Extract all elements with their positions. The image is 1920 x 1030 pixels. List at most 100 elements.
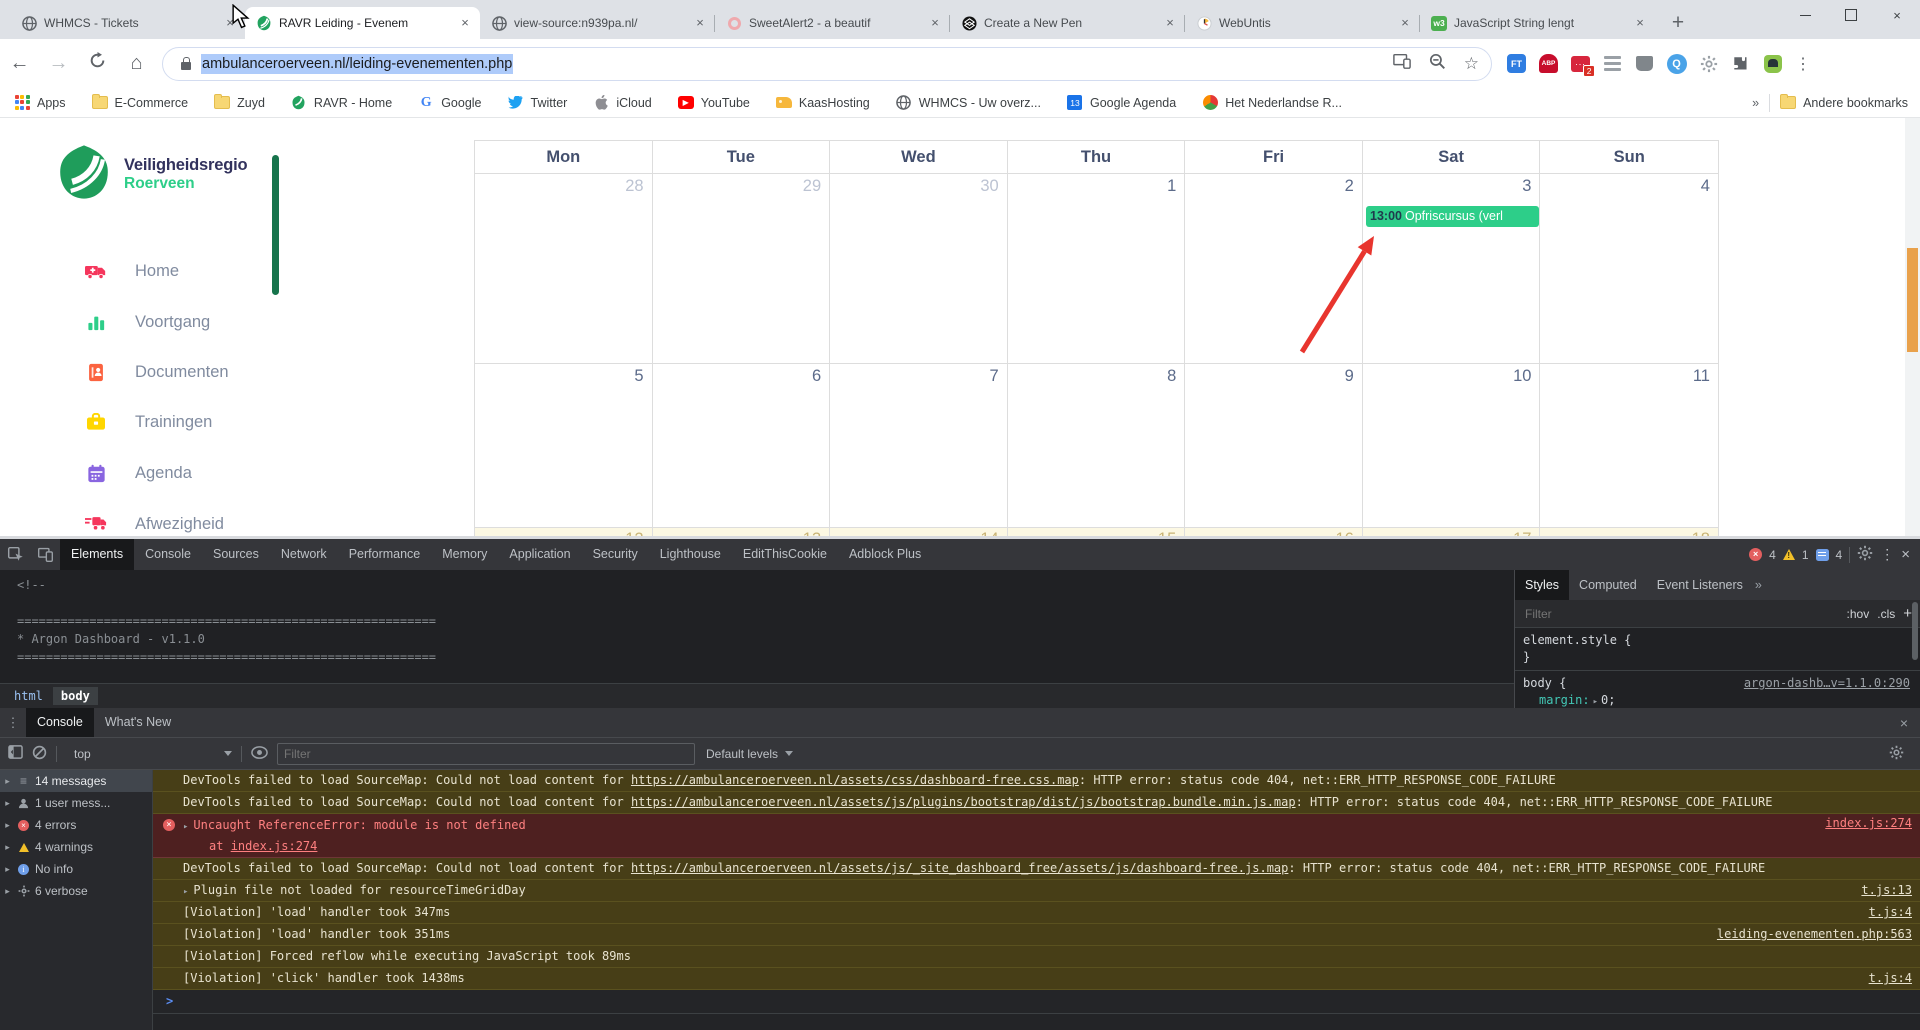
back-icon[interactable]: ← (0, 52, 39, 75)
zoom-icon[interactable] (1429, 53, 1446, 75)
reload-icon[interactable] (78, 52, 117, 75)
devtools-tab-lighthouse[interactable]: Lighthouse (649, 539, 732, 570)
day-cell[interactable]: 4 (1540, 174, 1718, 364)
clear-console-icon[interactable] (32, 745, 47, 763)
devtools-tab-elements[interactable]: Elements (60, 539, 134, 570)
console-filter-errors[interactable]: ▸× 4 errors (0, 814, 152, 836)
forward-icon[interactable]: → (39, 52, 78, 75)
page-scrollbar[interactable] (1905, 118, 1920, 536)
live-expression-eye-icon[interactable] (251, 746, 268, 762)
settings-extension-icon[interactable] (1698, 53, 1719, 74)
bookmarks-overflow-icon[interactable]: » (1752, 96, 1759, 110)
puzzle-extension-icon[interactable] (1730, 53, 1751, 74)
day-cell[interactable]: 11 (1540, 364, 1718, 528)
day-cell[interactable]: 5 (475, 364, 653, 528)
other-bookmarks-folder[interactable]: Andere bookmarks (1780, 95, 1908, 111)
bookmark-icloud[interactable]: iCloud (593, 95, 651, 111)
day-cell[interactable]: 7 (830, 364, 1008, 528)
devtools-menu-icon[interactable]: ⋮ (1880, 546, 1894, 563)
sidebar-scrollbar-thumb[interactable] (272, 155, 279, 295)
new-tab-button[interactable]: + (1665, 11, 1691, 35)
dark-extension-icon[interactable] (1634, 53, 1655, 74)
reader-extension-icon[interactable] (1602, 53, 1623, 74)
new-style-rule-icon[interactable]: + (1903, 605, 1912, 622)
bookmark-star-icon[interactable]: ☆ (1464, 54, 1479, 74)
browser-tab-viewsource[interactable]: view-source:n939pa.nl/ × (480, 7, 715, 39)
bookmark-google[interactable]: GGoogle (418, 95, 481, 111)
breadcrumb-body[interactable]: body (53, 687, 98, 705)
bookmark-twitter[interactable]: Twitter (508, 95, 568, 111)
device-toolbar-icon[interactable] (30, 546, 60, 563)
expand-icon[interactable]: ▸ (183, 822, 188, 832)
breadcrumb-html[interactable]: html (8, 687, 49, 705)
console-tab[interactable]: Console (26, 708, 94, 737)
home-icon[interactable]: ⌂ (117, 52, 156, 75)
adblock-extension-icon[interactable]: ABP (1538, 53, 1559, 74)
devtools-settings-icon[interactable] (1857, 545, 1873, 564)
source-link[interactable]: index.js:274 (1825, 814, 1912, 833)
styles-more-tabs-icon[interactable]: » (1755, 578, 1762, 592)
search-extension-icon[interactable]: Q (1666, 53, 1687, 74)
console-settings-icon[interactable] (1889, 745, 1904, 763)
bookmark-nederlandse-r[interactable]: Het Nederlandse R... (1202, 95, 1342, 111)
browser-tab-sweetalert[interactable]: SweetAlert2 - a beautif × (715, 7, 950, 39)
day-cell-partial[interactable]: 17 (1363, 528, 1541, 536)
console-link[interactable]: index.js:274 (231, 839, 318, 853)
day-cell[interactable]: 29 (653, 174, 831, 364)
browser-tab-whmcs[interactable]: WHMCS - Tickets × (10, 7, 245, 39)
source-link[interactable]: t.js:4 (1869, 902, 1912, 923)
lock-icon[interactable] (181, 62, 191, 70)
address-bar[interactable]: ambulanceroerveen.nl/leiding-evenementen… (162, 47, 1492, 81)
devtools-tab-security[interactable]: Security (582, 539, 649, 570)
console-filter-user-messages[interactable]: ▸ 1 user mess... (0, 792, 152, 814)
page-scrollbar-thumb[interactable] (1907, 248, 1918, 352)
devtools-tab-memory[interactable]: Memory (431, 539, 498, 570)
day-cell-partial[interactable]: 18 (1540, 528, 1718, 536)
console-context-select[interactable]: top (66, 747, 232, 761)
bookmark-ravr-home[interactable]: RAVR - Home (291, 95, 392, 111)
devtools-close-icon[interactable]: × (1901, 546, 1910, 563)
console-sidebar-toggle-icon[interactable] (8, 745, 23, 762)
tab-close-icon[interactable]: × (691, 14, 709, 32)
day-cell[interactable]: 6 (653, 364, 831, 528)
sidebar-item-documenten[interactable]: Documenten (85, 361, 229, 383)
tab-close-icon[interactable]: × (1161, 14, 1179, 32)
bookmark-google-agenda[interactable]: 13Google Agenda (1067, 95, 1176, 111)
browser-tab-codepen[interactable]: Create a New Pen × (950, 7, 1185, 39)
hov-toggle[interactable]: :hov (1847, 607, 1870, 621)
day-cell-partial[interactable]: 13 (653, 528, 831, 536)
elements-tree[interactable]: <!-- ===================================… (0, 570, 1514, 683)
sidebar-item-home[interactable]: Home (85, 260, 179, 282)
source-link[interactable]: t.js:4 (1869, 968, 1912, 989)
styles-scrollbar-thumb[interactable] (1912, 602, 1918, 660)
console-link[interactable]: https://ambulanceroerveen.nl/assets/css/… (631, 773, 1079, 787)
styles-filter-input[interactable] (1523, 606, 1839, 622)
cls-toggle[interactable]: .cls (1877, 607, 1895, 621)
minimize-button[interactable] (1782, 0, 1828, 30)
drawer-close-icon[interactable]: × (1900, 715, 1908, 731)
browser-tab-ravr-active[interactable]: RAVR Leiding - Evenem × (245, 7, 480, 39)
day-cell[interactable]: 1 (1008, 174, 1186, 364)
ft-extension-icon[interactable]: FT (1506, 53, 1527, 74)
error-badge-icon[interactable]: × (1749, 548, 1762, 561)
console-filter-info[interactable]: ▸i No info (0, 858, 152, 880)
console-filter-warnings[interactable]: ▸ 4 warnings (0, 836, 152, 858)
console-filter-verbose[interactable]: ▸ 6 verbose (0, 880, 152, 902)
android-extension-icon[interactable] (1762, 53, 1783, 74)
bookmark-ecommerce[interactable]: E-Commerce (92, 95, 189, 111)
bookmark-apps[interactable]: Apps (14, 95, 66, 111)
day-cell-partial[interactable]: 14 (830, 528, 1008, 536)
devtools-tab-application[interactable]: Application (498, 539, 581, 570)
console-filter-input[interactable] (277, 743, 695, 765)
browser-tab-w3schools[interactable]: w3 JavaScript String lengt × (1420, 7, 1655, 39)
warning-badge-icon[interactable] (1783, 549, 1795, 560)
whats-new-tab[interactable]: What's New (94, 708, 182, 737)
send-to-device-icon[interactable] (1393, 53, 1411, 74)
bookmark-youtube[interactable]: ▶YouTube (678, 95, 750, 111)
sidebar-item-trainingen[interactable]: Trainingen (85, 411, 212, 433)
chat-extension-icon[interactable]: ...2 (1570, 53, 1591, 74)
stylesheet-link[interactable]: argon-dashb…v=1.1.0:290 (1744, 675, 1910, 692)
issues-badge-icon[interactable] (1816, 549, 1829, 561)
day-cell[interactable]: 9 (1185, 364, 1363, 528)
event-listeners-tab[interactable]: Event Listeners (1647, 570, 1753, 600)
